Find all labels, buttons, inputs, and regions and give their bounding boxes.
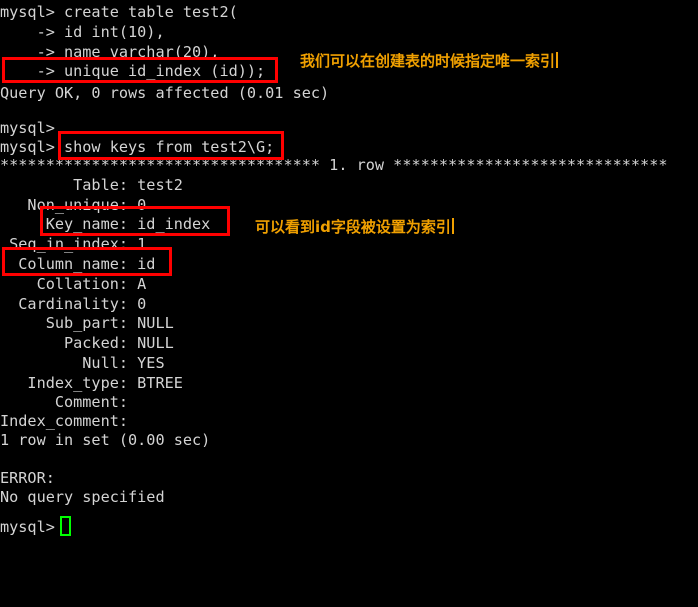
terminal-line: Collation: A [0, 275, 147, 293]
terminal-prompt: mysql> [0, 518, 55, 536]
terminal-line: -> name varchar(20), [0, 43, 220, 61]
terminal-line: -> id int(10), [0, 23, 165, 41]
terminal-line: Packed: NULL [0, 334, 174, 352]
terminal-line: Non_unique: 0 [0, 196, 147, 214]
terminal-line: Column_name: id [0, 255, 156, 273]
terminal-line: Null: YES [0, 354, 165, 372]
terminal-line: Query OK, 0 rows affected (0.01 sec) [0, 84, 330, 102]
annotation-caret [451, 218, 454, 234]
terminal-cursor [60, 516, 71, 536]
terminal-line: No query specified [0, 488, 165, 506]
terminal-line: *********************************** 1. r… [0, 156, 668, 174]
terminal-line: Seq_in_index: 1 [0, 235, 147, 253]
terminal-line: Comment: [0, 393, 129, 411]
terminal-line: 1 row in set (0.00 sec) [0, 431, 211, 449]
terminal-line: ERROR: [0, 469, 55, 487]
terminal-line: Table: test2 [0, 176, 183, 194]
terminal-line: Index_type: BTREE [0, 374, 183, 392]
terminal-line: mysql> [0, 119, 55, 137]
terminal-line: Key_name: id_index [0, 215, 211, 233]
terminal-line: Index_comment: [0, 412, 129, 430]
terminal-line: Cardinality: 0 [0, 295, 147, 313]
annotation-create-table-unique-index: 我们可以在创建表的时候指定唯一索引 [300, 51, 559, 71]
annotation-id-column-is-index: 可以看到id字段被设置为索引 [255, 217, 454, 237]
annotation-text: 我们可以在创建表的时候指定唯一索引 [300, 52, 556, 70]
annotation-text: 可以看到id字段被设置为索引 [255, 218, 451, 236]
terminal-window[interactable]: mysql> create table test2( -> id int(10)… [0, 0, 698, 607]
annotation-caret [556, 52, 559, 68]
terminal-line: -> unique id_index (id)); [0, 62, 266, 80]
terminal-line: mysql> create table test2( [0, 3, 238, 21]
terminal-line: Sub_part: NULL [0, 314, 174, 332]
